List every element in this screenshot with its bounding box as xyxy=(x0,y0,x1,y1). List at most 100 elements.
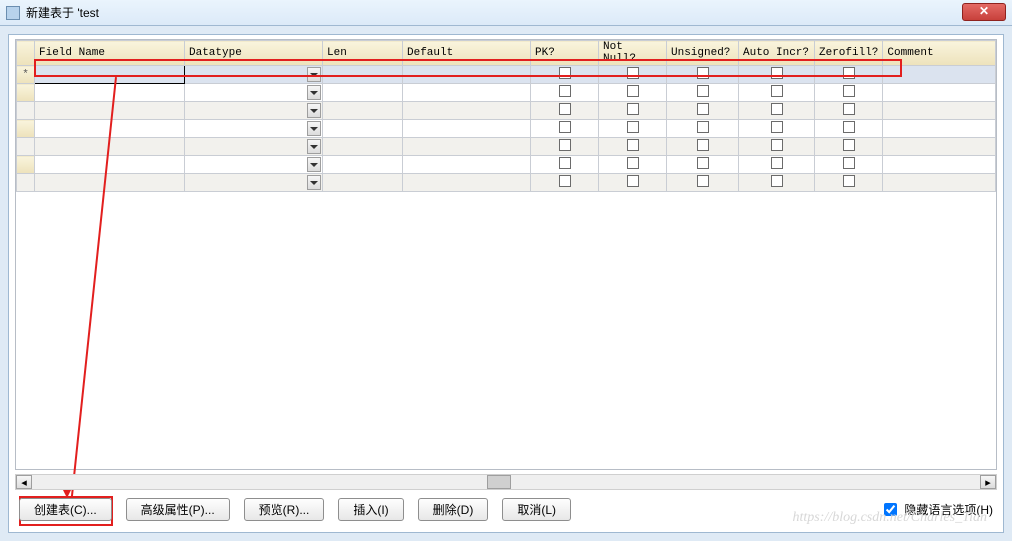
cell-datatype[interactable] xyxy=(185,66,323,84)
hide-lang-option[interactable]: 隐藏语言选项(H) xyxy=(880,500,993,519)
cell-comment[interactable] xyxy=(883,156,996,174)
autoincr-checkbox[interactable] xyxy=(771,139,783,151)
zerofill-checkbox[interactable] xyxy=(843,85,855,97)
horizontal-scrollbar[interactable]: ◂ ▸ xyxy=(15,474,997,490)
col-default[interactable]: Default xyxy=(403,41,531,66)
unsigned-checkbox[interactable] xyxy=(697,103,709,115)
zerofill-checkbox[interactable] xyxy=(843,67,855,79)
pk-checkbox[interactable] xyxy=(559,85,571,97)
cell-zerofill[interactable] xyxy=(815,156,883,174)
cell-pk[interactable] xyxy=(531,156,599,174)
scroll-left-button[interactable]: ◂ xyxy=(16,475,32,489)
cell-len[interactable] xyxy=(323,138,403,156)
cell-pk[interactable] xyxy=(531,84,599,102)
cell-notnull[interactable] xyxy=(599,120,667,138)
pk-checkbox[interactable] xyxy=(559,67,571,79)
table-row[interactable] xyxy=(17,84,996,102)
cell-autoincr[interactable] xyxy=(739,102,815,120)
cell-autoincr[interactable] xyxy=(739,66,815,84)
cell-unsigned[interactable] xyxy=(667,138,739,156)
cell-datatype[interactable] xyxy=(185,84,323,102)
cell-comment[interactable] xyxy=(883,120,996,138)
cell-pk[interactable] xyxy=(531,66,599,84)
col-notnull[interactable]: Not Null? xyxy=(599,41,667,66)
unsigned-checkbox[interactable] xyxy=(697,139,709,151)
cell-len[interactable] xyxy=(323,120,403,138)
autoincr-checkbox[interactable] xyxy=(771,175,783,187)
datatype-dropdown-button[interactable] xyxy=(307,157,321,172)
cell-field-name[interactable] xyxy=(35,102,185,120)
scroll-track[interactable] xyxy=(32,475,980,489)
cell-notnull[interactable] xyxy=(599,174,667,192)
col-zerofill[interactable]: Zerofill? xyxy=(815,41,883,66)
cell-notnull[interactable] xyxy=(599,66,667,84)
col-unsigned[interactable]: Unsigned? xyxy=(667,41,739,66)
cell-unsigned[interactable] xyxy=(667,120,739,138)
cell-autoincr[interactable] xyxy=(739,84,815,102)
cell-unsigned[interactable] xyxy=(667,102,739,120)
datatype-dropdown-button[interactable] xyxy=(307,85,321,100)
pk-checkbox[interactable] xyxy=(559,157,571,169)
col-len[interactable]: Len xyxy=(323,41,403,66)
pk-checkbox[interactable] xyxy=(559,103,571,115)
cell-zerofill[interactable] xyxy=(815,120,883,138)
cell-pk[interactable] xyxy=(531,120,599,138)
notnull-checkbox[interactable] xyxy=(627,157,639,169)
datatype-dropdown-button[interactable] xyxy=(307,139,321,154)
unsigned-checkbox[interactable] xyxy=(697,121,709,133)
cell-datatype[interactable] xyxy=(185,102,323,120)
cell-zerofill[interactable] xyxy=(815,84,883,102)
cell-default[interactable] xyxy=(403,174,531,192)
table-row[interactable] xyxy=(17,120,996,138)
cell-datatype[interactable] xyxy=(185,120,323,138)
autoincr-checkbox[interactable] xyxy=(771,121,783,133)
cell-comment[interactable] xyxy=(883,174,996,192)
advanced-props-button[interactable]: 高级属性(P)... xyxy=(126,498,230,521)
cell-default[interactable] xyxy=(403,138,531,156)
cell-field-name[interactable] xyxy=(35,174,185,192)
autoincr-checkbox[interactable] xyxy=(771,67,783,79)
table-row[interactable]: * xyxy=(17,66,996,84)
cell-len[interactable] xyxy=(323,84,403,102)
preview-button[interactable]: 预览(R)... xyxy=(244,498,325,521)
autoincr-checkbox[interactable] xyxy=(771,157,783,169)
cell-default[interactable] xyxy=(403,156,531,174)
cell-unsigned[interactable] xyxy=(667,66,739,84)
hide-lang-checkbox[interactable] xyxy=(884,503,897,516)
autoincr-checkbox[interactable] xyxy=(771,103,783,115)
create-table-button[interactable]: 创建表(C)... xyxy=(19,498,112,521)
unsigned-checkbox[interactable] xyxy=(697,175,709,187)
cell-autoincr[interactable] xyxy=(739,120,815,138)
cell-unsigned[interactable] xyxy=(667,84,739,102)
notnull-checkbox[interactable] xyxy=(627,67,639,79)
cell-unsigned[interactable] xyxy=(667,174,739,192)
notnull-checkbox[interactable] xyxy=(627,103,639,115)
close-button[interactable] xyxy=(962,3,1006,21)
datatype-dropdown-button[interactable] xyxy=(307,103,321,118)
cell-field-name[interactable] xyxy=(35,156,185,174)
cell-field-name[interactable] xyxy=(35,138,185,156)
datatype-dropdown-button[interactable] xyxy=(307,175,321,190)
cell-autoincr[interactable] xyxy=(739,174,815,192)
pk-checkbox[interactable] xyxy=(559,175,571,187)
cell-notnull[interactable] xyxy=(599,156,667,174)
notnull-checkbox[interactable] xyxy=(627,175,639,187)
cell-comment[interactable] xyxy=(883,138,996,156)
cell-default[interactable] xyxy=(403,102,531,120)
zerofill-checkbox[interactable] xyxy=(843,139,855,151)
cell-pk[interactable] xyxy=(531,174,599,192)
cell-unsigned[interactable] xyxy=(667,156,739,174)
zerofill-checkbox[interactable] xyxy=(843,157,855,169)
scroll-right-button[interactable]: ▸ xyxy=(980,475,996,489)
pk-checkbox[interactable] xyxy=(559,121,571,133)
cell-field-name[interactable] xyxy=(35,120,185,138)
cell-comment[interactable] xyxy=(883,84,996,102)
fields-grid[interactable]: Field Name Datatype Len Default PK? Not … xyxy=(15,39,997,470)
cell-len[interactable] xyxy=(323,66,403,84)
cancel-button[interactable]: 取消(L) xyxy=(502,498,571,521)
table-row[interactable] xyxy=(17,156,996,174)
zerofill-checkbox[interactable] xyxy=(843,175,855,187)
cell-default[interactable] xyxy=(403,120,531,138)
cell-pk[interactable] xyxy=(531,138,599,156)
notnull-checkbox[interactable] xyxy=(627,121,639,133)
